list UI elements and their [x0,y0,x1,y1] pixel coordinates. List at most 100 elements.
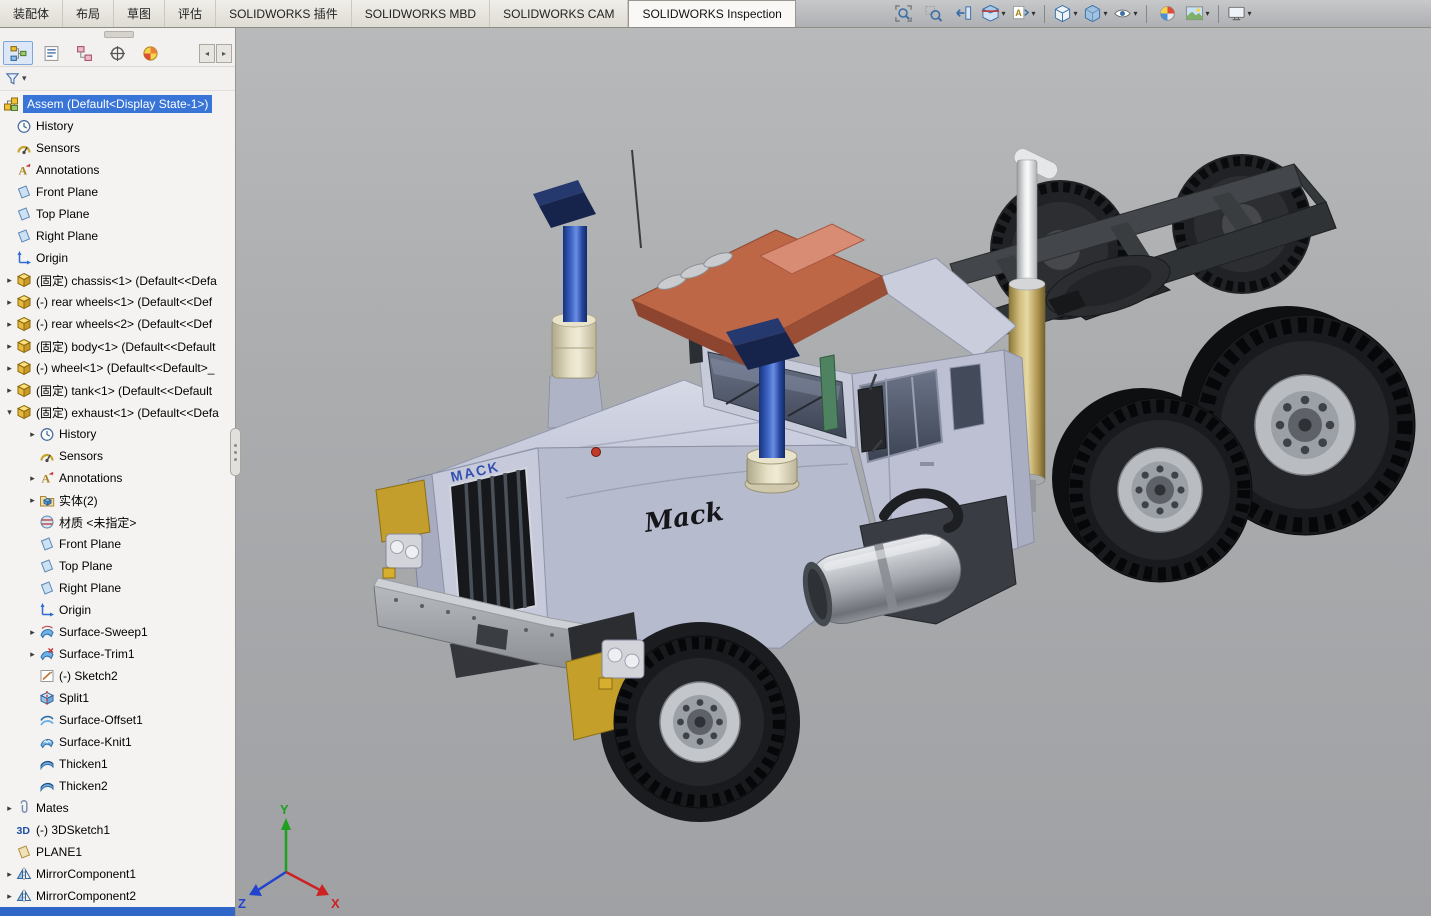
dynamic-annotation-views-icon[interactable]: A▾ [1010,2,1037,26]
dropdown-arrow[interactable]: ▾ [1133,9,1137,18]
dropdown-arrow[interactable]: ▾ [1001,9,1005,18]
command-tab-solidworks[interactable]: SOLIDWORKS 插件 [216,0,352,27]
orientation-triad: Y X Z [238,802,340,911]
dropdown-arrow[interactable]: ▾ [1073,9,1077,18]
tree-item-sketch2[interactable]: (-) Sketch2 [0,665,235,687]
dropdown-arrow[interactable]: ▾ [1103,9,1107,18]
tree-item-origin[interactable]: Origin [0,599,235,621]
truck-intake-stack-far[interactable] [533,180,604,428]
tree-item-thicken2[interactable]: Thicken2 [0,775,235,797]
expand-arrow[interactable]: ▸ [3,891,16,902]
command-tab-solidworks-cam[interactable]: SOLIDWORKS CAM [490,0,628,27]
tree-item-right-plane[interactable]: Right Plane [0,577,235,599]
command-tab-solidworks-inspection[interactable]: SOLIDWORKS Inspection [628,0,795,27]
dimxpertmanager-tab-icon[interactable] [102,41,132,65]
tree-item-top-plane[interactable]: Top Plane [0,555,235,577]
displaymanager-tab-icon[interactable] [135,41,165,65]
tree-item-surface-sweep1[interactable]: ▸Surface-Sweep1 [0,621,235,643]
tree-item-3dsketch1[interactable]: 3D(-) 3DSketch1 [0,819,235,841]
expand-arrow[interactable]: ▸ [3,869,16,880]
tree-item-exhaust-1-default-defa[interactable]: ▾(固定) exhaust<1> (Default<<Defa [0,401,235,423]
panel-splitter-handle[interactable] [230,428,241,476]
command-tab-item[interactable]: 评估 [165,0,216,27]
expand-arrow[interactable]: ▸ [3,297,16,308]
section-view-icon[interactable]: ▾ [980,2,1007,26]
edit-appearance-icon[interactable] [1154,2,1181,26]
component-icon [16,294,32,310]
tree-item-mirrorcomponent1[interactable]: ▸MirrorComponent1 [0,863,235,885]
tree-item-surface-trim1[interactable]: ▸Surface-Trim1 [0,643,235,665]
expand-arrow[interactable]: ▾ [3,407,16,418]
panel-grip[interactable] [0,28,235,40]
manager-tab-scroll-left[interactable]: ◂ [199,44,215,63]
zoom-to-area-icon[interactable] [920,2,947,26]
tree-item-chassis-1-default-defa[interactable]: ▸(固定) chassis<1> (Default<<Defa [0,269,235,291]
tree-item-origin[interactable]: Origin [0,247,235,269]
expand-arrow[interactable]: ▸ [26,473,39,484]
expand-arrow[interactable]: ▸ [3,385,16,396]
tree-item-top-plane[interactable]: Top Plane [0,203,235,225]
tree-root-assem[interactable]: Assem (Default<Display State-1>) [0,93,235,115]
manager-tab-scroll-right[interactable]: ▸ [216,44,232,63]
propertymanager-tab-icon[interactable] [36,41,66,65]
tree-item-thicken1[interactable]: Thicken1 [0,753,235,775]
command-tab-item[interactable]: 装配体 [0,0,63,27]
tree-item-body-1-default-default[interactable]: ▸(固定) body<1> (Default<<Default [0,335,235,357]
tree-item-sensors[interactable]: Sensors [0,137,235,159]
tree-item-sensors[interactable]: Sensors [0,445,235,467]
tree-item-tank-1-default-default[interactable]: ▸(固定) tank<1> (Default<<Default [0,379,235,401]
heads-up-toolbar: ▾A▾▾▾▾▾▾ [796,0,1431,27]
expand-arrow[interactable]: ▸ [3,363,16,374]
command-tab-item[interactable]: 草图 [114,0,165,27]
truck-rear-wheels[interactable] [1052,306,1415,582]
tree-item-history[interactable]: History [0,115,235,137]
expand-arrow[interactable]: ▸ [26,649,39,660]
tree-item-front-plane[interactable]: Front Plane [0,181,235,203]
tree-item-wheel-1-default-default[interactable]: ▸(-) wheel<1> (Default<<Default>_ [0,357,235,379]
tree-item-annotations[interactable]: AAnnotations [0,159,235,181]
filter-funnel-icon[interactable] [5,71,20,86]
tree-item-annotations[interactable]: ▸AAnnotations [0,467,235,489]
tree-item-history[interactable]: ▸History [0,423,235,445]
expand-arrow[interactable]: ▸ [26,627,39,638]
expand-arrow[interactable]: ▸ [3,275,16,286]
tree-item-right-plane[interactable]: Right Plane [0,225,235,247]
dropdown-arrow[interactable]: ▾ [1247,9,1251,18]
dropdown-arrow[interactable]: ▾ [1205,9,1209,18]
tree-item-rear-wheels-2-default-def[interactable]: ▸(-) rear wheels<2> (Default<<Def [0,313,235,335]
command-tab-solidworks-mbd[interactable]: SOLIDWORKS MBD [352,0,490,27]
expand-arrow[interactable]: ▸ [3,341,16,352]
expand-arrow[interactable]: ▸ [3,803,16,814]
display-style-icon[interactable]: ▾ [1082,2,1109,26]
previous-view-icon[interactable] [950,2,977,26]
tree-item-item[interactable]: 材质 <未指定> [0,511,235,533]
truck-cab-body[interactable]: MACK [374,224,1034,678]
tree-item-surface-offset1[interactable]: Surface-Offset1 [0,709,235,731]
tree-item-rear-wheels-1-default-def[interactable]: ▸(-) rear wheels<1> (Default<<Def [0,291,235,313]
tree-item-surface-knit1[interactable]: Surface-Knit1 [0,731,235,753]
tree-item-split1[interactable]: Split1 [0,687,235,709]
dropdown-arrow[interactable]: ▾ [1031,9,1035,18]
hide-show-items-icon[interactable]: ▾ [1112,2,1139,26]
tree-item-2[interactable]: ▸实体(2) [0,489,235,511]
tree-item-front-plane[interactable]: Front Plane [0,533,235,555]
graphics-scene[interactable]: MACK [236,28,1431,916]
command-tab-item[interactable]: 布局 [63,0,114,27]
feature-manager-panel: ◂▸ ▾ Assem (Default<Display State-1>)His… [0,28,236,916]
view-orientation-icon[interactable]: ▾ [1052,2,1079,26]
tree-item-mates[interactable]: ▸Mates [0,797,235,819]
filter-dropdown-arrow[interactable]: ▾ [22,73,27,84]
graphics-viewport[interactable]: MACK [236,28,1431,916]
configurationmanager-tab-icon[interactable] [69,41,99,65]
view-settings-icon[interactable]: ▾ [1226,2,1253,26]
tree-item-plane1[interactable]: PLANE1 [0,841,235,863]
expand-arrow[interactable]: ▸ [26,429,39,440]
tree-item-mirrorcomponent2[interactable]: ▸MirrorComponent2 [0,885,235,907]
tree-item-label: Sensors [36,141,80,155]
apply-scene-icon[interactable]: ▾ [1184,2,1211,26]
truck-antenna[interactable] [632,150,641,248]
zoom-to-fit-icon[interactable] [890,2,917,26]
expand-arrow[interactable]: ▸ [3,319,16,330]
featuremanager-tree-tab-icon[interactable] [3,41,33,65]
expand-arrow[interactable]: ▸ [26,495,39,506]
